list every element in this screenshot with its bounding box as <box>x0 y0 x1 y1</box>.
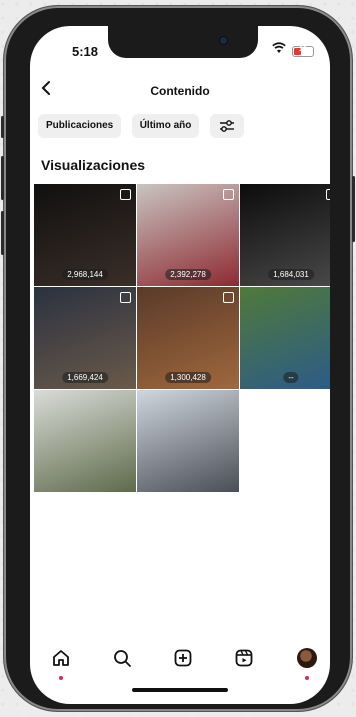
filter-publicaciones[interactable]: Publicaciones <box>38 114 122 138</box>
create-icon <box>174 649 192 667</box>
views-count: 2,968,144 <box>62 269 108 280</box>
active-dot <box>59 676 63 680</box>
post-tile[interactable]: 1,669,424 <box>34 287 136 389</box>
screen: 5:18 10 Contenido Publicaciones Último a… <box>30 26 330 704</box>
carousel-icon <box>120 292 131 303</box>
home-indicator <box>132 688 228 692</box>
power-button <box>352 176 355 242</box>
front-camera <box>220 37 227 44</box>
post-tile[interactable]: 1,684,031 <box>240 184 330 286</box>
filter-bar: Publicaciones Último año <box>38 114 250 140</box>
carousel-icon <box>223 189 234 200</box>
post-tile[interactable] <box>34 390 136 492</box>
views-count: 1,684,031 <box>268 269 314 280</box>
nav-create[interactable] <box>168 648 198 678</box>
carousel-icon <box>120 189 131 200</box>
notch <box>108 26 258 58</box>
views-count: 2,392,278 <box>165 269 211 280</box>
phone-frame: 5:18 10 Contenido Publicaciones Último a… <box>1 6 355 711</box>
post-tile[interactable]: 2,968,144 <box>34 184 136 286</box>
post-tile[interactable]: 2,392,278 <box>137 184 239 286</box>
battery-icon: 10 <box>292 46 314 57</box>
reels-icon <box>235 649 253 667</box>
nav-profile[interactable] <box>292 648 322 680</box>
page-title: Contenido <box>150 84 210 98</box>
header: Contenido <box>30 76 330 108</box>
mute-switch <box>1 116 4 138</box>
post-tile[interactable]: 1,300,428 <box>137 287 239 389</box>
search-icon <box>114 650 131 667</box>
volume-up-button <box>1 156 4 200</box>
post-tile[interactable]: -- <box>240 287 330 389</box>
wifi-icon <box>272 42 286 57</box>
carousel-icon <box>223 292 234 303</box>
sliders-icon[interactable] <box>209 114 244 138</box>
views-count: -- <box>283 372 299 383</box>
section-title: Visualizaciones <box>41 157 146 173</box>
views-count: 1,669,424 <box>62 372 108 383</box>
volume-down-button <box>1 211 4 255</box>
carousel-icon <box>326 189 330 200</box>
profile-avatar <box>297 648 317 668</box>
filter-periodo[interactable]: Último año <box>131 114 200 138</box>
active-dot <box>305 676 309 680</box>
nav-home[interactable] <box>46 648 76 680</box>
nav-search[interactable] <box>107 648 137 678</box>
status-time: 5:18 <box>72 44 99 59</box>
battery-level: 10 <box>299 46 307 53</box>
post-tile[interactable] <box>137 390 239 492</box>
nav-reels[interactable] <box>229 648 259 678</box>
bottom-nav <box>30 646 330 680</box>
home-icon <box>53 650 69 666</box>
views-count: 1,300,428 <box>165 372 211 383</box>
